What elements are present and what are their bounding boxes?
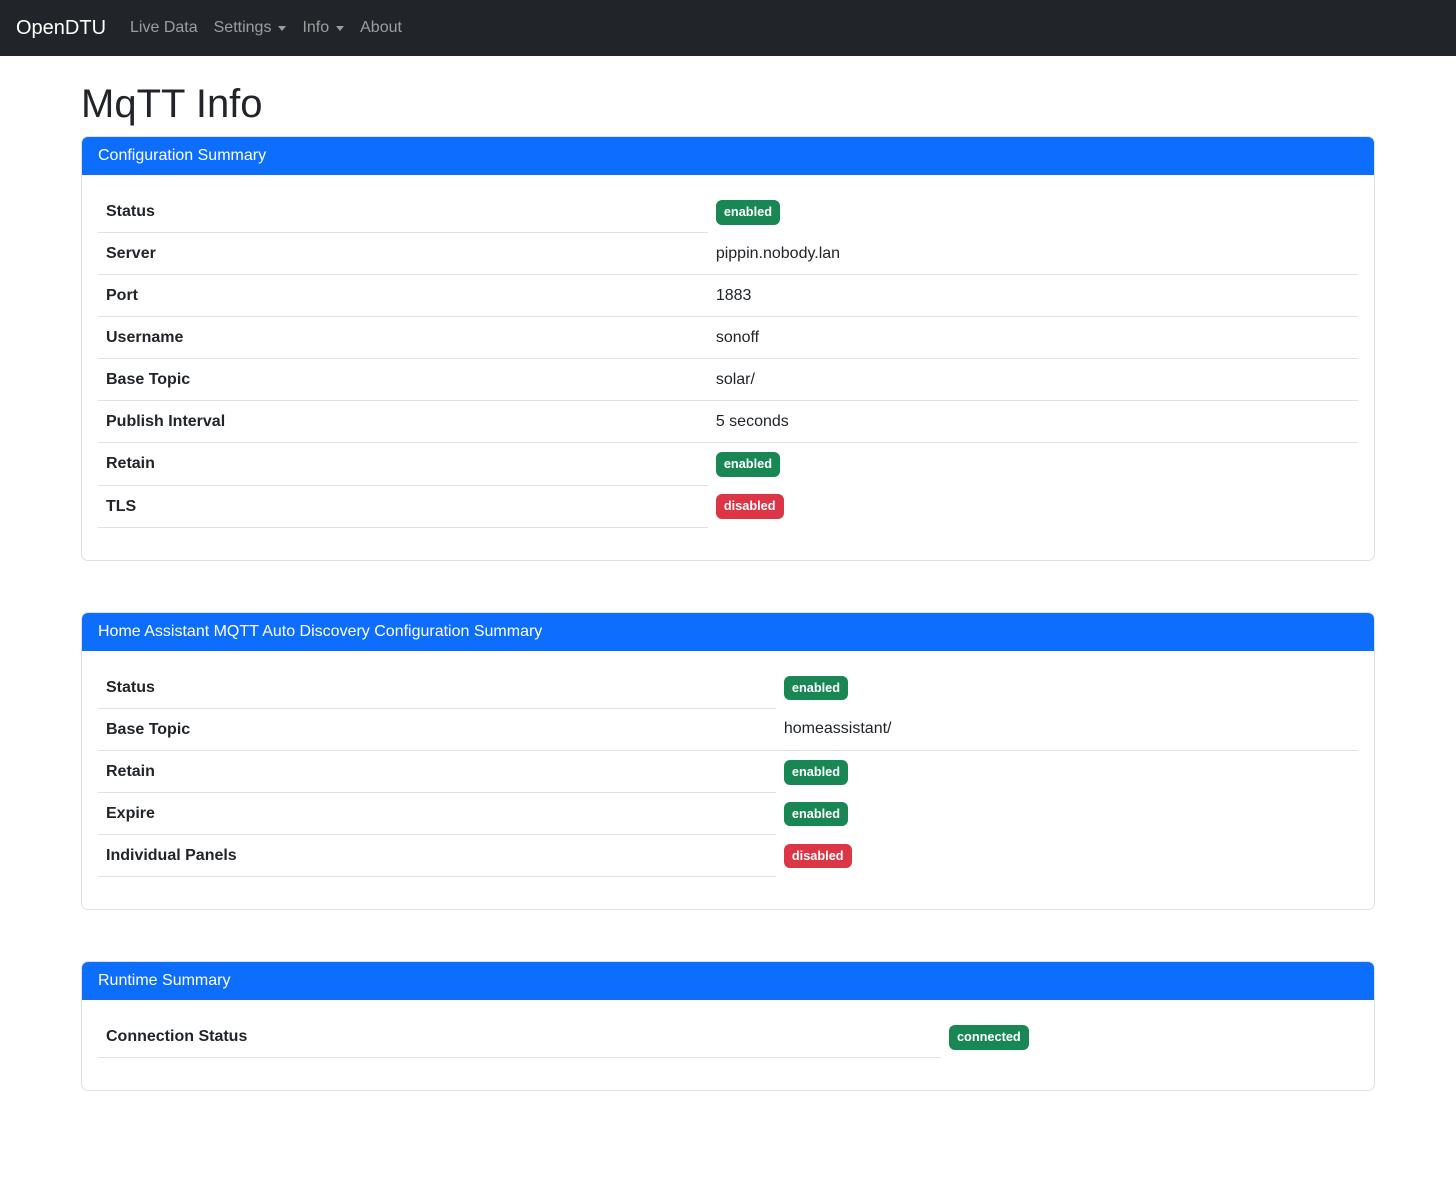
cards-container: Configuration Summary Status enabled Server… (81, 136, 1375, 1091)
nav-link-label: Info (302, 19, 329, 37)
status-badge: disabled (716, 494, 784, 519)
value-text: sonoff (716, 329, 759, 346)
status-badge: enabled (784, 760, 848, 785)
card-body: Status enabled Server pippin.nobody.lan Port… (82, 175, 1374, 560)
card-home-assistant-mqtt-auto-discovery-configuration-summary: Home Assistant MQTT Auto Discovery Confi… (81, 612, 1375, 911)
table-row-server: Server pippin.nobody.lan (98, 233, 1358, 275)
row-label: Port (98, 275, 708, 317)
table-row-retain: Retain enabled (98, 750, 1358, 792)
row-label: TLS (98, 485, 708, 527)
row-value: enabled (708, 191, 1358, 233)
row-value: enabled (776, 750, 1358, 792)
table-row-username: Username sonoff (98, 317, 1358, 359)
row-value: enabled (776, 793, 1358, 835)
row-value: solar/ (708, 359, 1358, 401)
row-value: 1883 (708, 275, 1358, 317)
row-label: Username (98, 317, 708, 359)
nav-item-settings: Settings (206, 11, 295, 45)
card-body: Status enabled Base Topic homeassistant/Ret… (82, 651, 1374, 910)
nav-item-about: About (352, 11, 410, 45)
navbar-brand[interactable]: OpenDTU (16, 17, 106, 40)
card-configuration-summary: Configuration Summary Status enabled Server… (81, 136, 1375, 561)
value-text: 1883 (716, 287, 752, 304)
row-value: enabled (776, 667, 1358, 709)
chevron-down-icon (278, 26, 286, 31)
row-label: Base Topic (98, 359, 708, 401)
value-text: 5 seconds (716, 413, 789, 430)
table-row-status: Status enabled (98, 667, 1358, 709)
info-table: Connection Status connected (98, 1016, 1358, 1058)
card-runtime-summary: Runtime Summary Connection Status connecte… (81, 961, 1375, 1091)
table-row-individual-panels: Individual Panels disabled (98, 835, 1358, 877)
page: OpenDTU Live Data Settings Info About MqTT … (0, 0, 1456, 1200)
row-label: Expire (98, 793, 776, 835)
row-label: Base Topic (98, 708, 776, 750)
table-row-status: Status enabled (98, 191, 1358, 233)
table-row-publish-interval: Publish Interval 5 seconds (98, 401, 1358, 443)
table-row-retain: Retain enabled (98, 443, 1358, 485)
nav-item-info: Info (294, 11, 352, 45)
row-label: Retain (98, 443, 708, 485)
row-value: homeassistant/ (776, 708, 1358, 750)
row-value: connected (941, 1016, 1358, 1058)
table-row-expire: Expire enabled (98, 793, 1358, 835)
value-text: homeassistant/ (784, 720, 892, 737)
status-badge: enabled (784, 676, 848, 701)
row-label: Publish Interval (98, 401, 708, 443)
status-badge: enabled (716, 200, 780, 225)
table-row-connection-status: Connection Status connected (98, 1016, 1358, 1058)
row-value: disabled (776, 835, 1358, 877)
navbar: OpenDTU Live Data Settings Info About (0, 0, 1456, 56)
info-table: Status enabled Base Topic homeassistant/Ret… (98, 667, 1358, 878)
nav-link-live-data[interactable]: Live Data (122, 11, 206, 45)
status-badge: disabled (784, 844, 852, 869)
table-row-tls: TLS disabled (98, 485, 1358, 527)
row-label: Server (98, 233, 708, 275)
card-header: Configuration Summary (82, 137, 1374, 175)
info-table: Status enabled Server pippin.nobody.lan Port… (98, 191, 1358, 528)
row-value: disabled (708, 485, 1358, 527)
row-label: Retain (98, 750, 776, 792)
nav-link-about[interactable]: About (352, 11, 410, 45)
status-badge: connected (949, 1025, 1029, 1050)
nav-link-label: Settings (214, 19, 272, 37)
nav-link-label: Live Data (130, 19, 198, 37)
nav-link-label: About (360, 19, 402, 37)
row-value: pippin.nobody.lan (708, 233, 1358, 275)
card-body: Connection Status connected (82, 1000, 1374, 1090)
status-badge: enabled (784, 802, 848, 827)
nav-link-info[interactable]: Info (294, 11, 352, 45)
value-text: solar/ (716, 371, 755, 388)
navbar-nav: Live Data Settings Info About (122, 11, 410, 45)
nav-link-settings[interactable]: Settings (206, 11, 295, 45)
chevron-down-icon (336, 26, 344, 31)
value-text: pippin.nobody.lan (716, 245, 840, 262)
nav-item-live-data: Live Data (122, 11, 206, 45)
table-row-port: Port 1883 (98, 275, 1358, 317)
row-label: Individual Panels (98, 835, 776, 877)
row-label: Connection Status (98, 1016, 941, 1058)
status-badge: enabled (716, 452, 780, 477)
card-header: Home Assistant MQTT Auto Discovery Confi… (82, 613, 1374, 651)
main-content: MqTT Info Configuration Summary Status ena… (81, 81, 1375, 1091)
page-title: MqTT Info (81, 81, 1375, 127)
table-row-base-topic: Base Topic solar/ (98, 359, 1358, 401)
row-label: Status (98, 191, 708, 233)
row-value: sonoff (708, 317, 1358, 359)
row-label: Status (98, 667, 776, 709)
row-value: enabled (708, 443, 1358, 485)
row-value: 5 seconds (708, 401, 1358, 443)
card-header: Runtime Summary (82, 962, 1374, 1000)
table-row-base-topic: Base Topic homeassistant/ (98, 708, 1358, 750)
